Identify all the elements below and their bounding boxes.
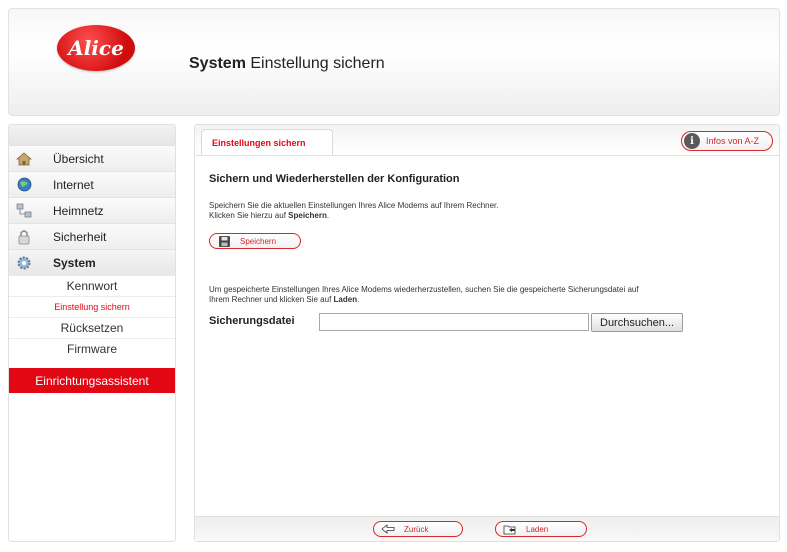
info-a-z-button[interactable]: i Infos von A-Z bbox=[681, 131, 773, 151]
sidebar-item-label: Internet bbox=[53, 177, 94, 192]
sidebar-item-label: System bbox=[53, 255, 96, 270]
tab-label: Einstellungen sichern bbox=[212, 137, 306, 148]
save-desc-prefix: Klicken Sie hierzu auf bbox=[209, 211, 289, 220]
sidebar-subitem-label: Kennwort bbox=[66, 279, 118, 293]
info-icon: i bbox=[684, 133, 700, 149]
save-desc-keyword: Speichern bbox=[288, 211, 327, 220]
save-button[interactable]: Speichern bbox=[209, 233, 301, 249]
tab-strip: Einstellungen sichern i Infos von A-Z bbox=[195, 125, 779, 156]
save-description: Speichern Sie die aktuellen Einstellunge… bbox=[209, 201, 499, 221]
sidebar-item-internet[interactable]: Internet bbox=[9, 171, 175, 197]
restore-desc-prefix: Ihrem Rechner und klicken Sie auf bbox=[209, 295, 334, 304]
back-button[interactable]: Zurück bbox=[373, 521, 463, 537]
save-description-line2: Klicken Sie hierzu auf Speichern. bbox=[209, 211, 499, 221]
sidebar-subitem-ruecksetzen[interactable]: Rücksetzen bbox=[9, 317, 175, 338]
lock-icon bbox=[15, 228, 33, 246]
tab-einstellungen-sichern[interactable]: Einstellungen sichern bbox=[201, 129, 333, 155]
restore-description-line2: Ihrem Rechner und klicken Sie auf Laden. bbox=[209, 295, 639, 305]
page-title: System Einstellung sichern bbox=[189, 55, 385, 73]
save-button-label: Speichern bbox=[240, 236, 277, 246]
page-title-section: System bbox=[189, 55, 246, 72]
backup-file-input[interactable] bbox=[319, 313, 589, 331]
load-button-label: Laden bbox=[526, 524, 549, 534]
back-button-label: Zurück bbox=[404, 524, 429, 534]
arrow-left-icon bbox=[380, 523, 396, 535]
header-bar: Alice System Einstellung sichern bbox=[8, 8, 780, 116]
sidebar-item-sicherheit[interactable]: Sicherheit bbox=[9, 223, 175, 249]
setup-assistant-button[interactable]: Einrichtungsassistent bbox=[9, 368, 175, 393]
main-panel: Einstellungen sichern i Infos von A-Z Si… bbox=[194, 124, 780, 542]
restore-description-line1: Um gespeicherte Einstellungen Ihres Alic… bbox=[209, 285, 639, 294]
folder-arrow-icon bbox=[502, 523, 518, 535]
save-description-line1: Speichern Sie die aktuellen Einstellunge… bbox=[209, 201, 499, 210]
sidebar-subitem-label: Rücksetzen bbox=[60, 321, 124, 335]
sidebar-subitem-kennwort[interactable]: Kennwort bbox=[9, 275, 175, 296]
footer-bar: Zurück Laden bbox=[195, 516, 779, 541]
setup-assistant-label: Einrichtungsassistent bbox=[35, 373, 149, 388]
globe-icon bbox=[15, 176, 33, 194]
sidebar-subitem-einstellung-sichern[interactable]: Einstellung sichern bbox=[9, 296, 175, 317]
backup-file-label: Sicherungsdatei bbox=[209, 315, 295, 327]
info-a-z-label: Infos von A-Z bbox=[706, 136, 760, 146]
alice-logo[interactable]: Alice bbox=[57, 25, 135, 71]
gear-icon bbox=[15, 254, 33, 272]
sidebar-header bbox=[9, 125, 175, 146]
sidebar-subitem-label: Firmware bbox=[67, 342, 117, 356]
floppy-disk-icon bbox=[216, 235, 232, 247]
sidebar-item-heimnetz[interactable]: Heimnetz bbox=[9, 197, 175, 223]
restore-description: Um gespeicherte Einstellungen Ihres Alic… bbox=[209, 285, 639, 305]
house-icon bbox=[15, 150, 33, 168]
section-title: Sichern und Wiederherstellen der Konfigu… bbox=[209, 173, 460, 185]
restore-desc-keyword: Laden bbox=[333, 295, 358, 304]
sidebar-item-system[interactable]: System bbox=[9, 249, 175, 275]
sidebar-item-label: Übersicht bbox=[53, 151, 104, 166]
load-button[interactable]: Laden bbox=[495, 521, 587, 537]
save-desc-suffix: . bbox=[326, 211, 330, 220]
sidebar-subitem-firmware[interactable]: Firmware bbox=[9, 338, 175, 359]
network-icon bbox=[15, 202, 33, 220]
browse-button[interactable]: Durchsuchen... bbox=[591, 313, 683, 332]
sidebar-subitem-label: Einstellung sichern bbox=[54, 302, 130, 312]
sidebar-item-label: Heimnetz bbox=[53, 203, 104, 218]
sidebar: Übersicht Internet Heimnetz Sicherheit S… bbox=[8, 124, 176, 542]
sidebar-item-label: Sicherheit bbox=[53, 229, 107, 244]
page-title-rest: Einstellung sichern bbox=[245, 55, 385, 72]
restore-desc-suffix: . bbox=[357, 295, 360, 304]
sidebar-item-uebersicht[interactable]: Übersicht bbox=[9, 145, 175, 171]
